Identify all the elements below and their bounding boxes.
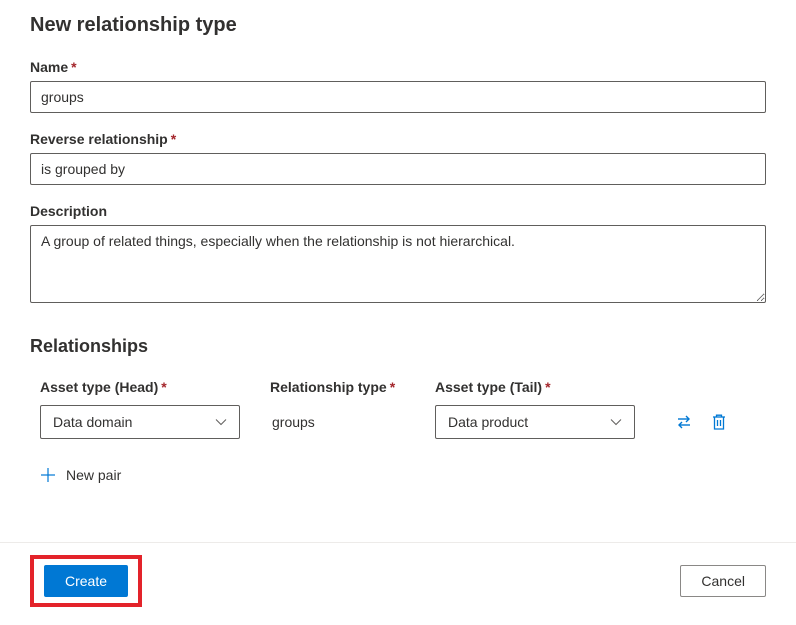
description-textarea[interactable] — [30, 225, 766, 303]
create-highlight: Create — [30, 555, 142, 607]
asset-head-dropdown[interactable]: Data domain — [40, 405, 240, 439]
trash-icon — [711, 413, 727, 431]
required-asterisk: * — [161, 379, 166, 395]
name-input[interactable] — [30, 81, 766, 113]
relationship-type-column-label: Relationship type* — [270, 379, 395, 395]
cancel-button[interactable]: Cancel — [680, 565, 766, 597]
swap-button[interactable] — [675, 413, 693, 431]
delete-button[interactable] — [711, 413, 727, 431]
asset-head-column-label: Asset type (Head)* — [40, 379, 167, 395]
name-label: Name* — [30, 59, 766, 75]
relationship-row: Data domain groups Data product — [30, 405, 766, 439]
description-label-text: Description — [30, 203, 107, 219]
field-reverse-relationship: Reverse relationship* — [30, 131, 766, 185]
asset-head-value: Data domain — [53, 414, 215, 430]
chevron-down-icon — [215, 416, 227, 428]
asset-tail-value: Data product — [448, 414, 610, 430]
plus-icon — [40, 467, 56, 483]
relationships-header-row: Asset type (Head)* Relationship type* As… — [30, 379, 766, 395]
required-asterisk: * — [171, 131, 176, 147]
relationship-type-column-text: Relationship type — [270, 379, 387, 395]
asset-tail-column-label: Asset type (Tail)* — [435, 379, 551, 395]
chevron-down-icon — [610, 416, 622, 428]
asset-head-column-text: Asset type (Head) — [40, 379, 158, 395]
description-label: Description — [30, 203, 766, 219]
new-pair-label: New pair — [66, 467, 121, 483]
relationships-section-title: Relationships — [30, 336, 766, 357]
required-asterisk: * — [545, 379, 550, 395]
field-description: Description — [30, 203, 766, 306]
new-pair-button[interactable]: New pair — [30, 467, 766, 483]
asset-tail-column-text: Asset type (Tail) — [435, 379, 542, 395]
asset-tail-dropdown[interactable]: Data product — [435, 405, 635, 439]
reverse-label-text: Reverse relationship — [30, 131, 168, 147]
field-name: Name* — [30, 59, 766, 113]
required-asterisk: * — [71, 59, 76, 75]
swap-icon — [675, 413, 693, 431]
create-button[interactable]: Create — [44, 565, 128, 597]
footer: Create Cancel — [0, 542, 796, 625]
required-asterisk: * — [390, 379, 395, 395]
page-title: New relationship type — [30, 14, 766, 37]
name-label-text: Name — [30, 59, 68, 75]
relationship-type-value: groups — [270, 414, 315, 430]
reverse-relationship-input[interactable] — [30, 153, 766, 185]
reverse-label: Reverse relationship* — [30, 131, 766, 147]
